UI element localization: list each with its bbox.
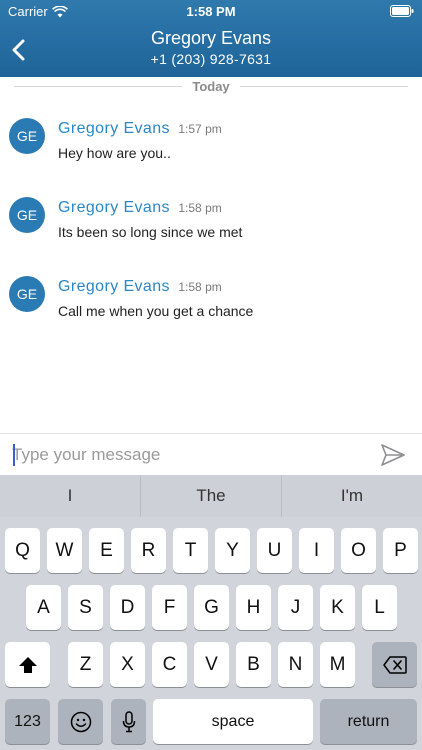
sender-name: Gregory Evans xyxy=(58,278,170,295)
message-text: Hey how are you.. xyxy=(58,145,171,161)
message-item[interactable]: GE Gregory Evans 1:58 pm Its been so lon… xyxy=(0,197,422,257)
key-e[interactable]: E xyxy=(89,528,124,573)
key-o[interactable]: O xyxy=(341,528,376,573)
key-x[interactable]: X xyxy=(110,642,145,687)
date-label: Today xyxy=(192,78,230,94)
backspace-key[interactable] xyxy=(372,642,417,687)
return-key[interactable]: return xyxy=(320,699,417,744)
contact-name: Gregory Evans xyxy=(150,28,272,48)
suggestion-item[interactable]: I xyxy=(0,475,140,517)
suggestion-item[interactable]: The xyxy=(140,475,281,517)
chat-header: Carrier 1:58 PM Gregory Evans +1 (203) 9… xyxy=(0,0,422,77)
key-c[interactable]: C xyxy=(152,642,187,687)
key-g[interactable]: G xyxy=(194,585,229,630)
sender-name: Gregory Evans xyxy=(58,199,170,216)
backspace-icon xyxy=(382,655,407,674)
shift-icon xyxy=(18,656,37,673)
message-time: 1:58 pm xyxy=(178,201,222,215)
message-header: Gregory Evans 1:58 pm xyxy=(58,199,222,217)
message-item[interactable]: GE Gregory Evans 1:57 pm Hey how are you… xyxy=(0,118,422,178)
key-p[interactable]: P xyxy=(383,528,418,573)
microphone-icon xyxy=(122,710,135,732)
send-icon[interactable] xyxy=(380,443,406,467)
key-u[interactable]: U xyxy=(257,528,292,573)
divider-line xyxy=(239,85,409,87)
key-f[interactable]: F xyxy=(152,585,187,630)
microphone-key[interactable] xyxy=(111,699,146,744)
emoji-key[interactable] xyxy=(58,699,103,744)
divider-line xyxy=(14,85,183,87)
emoji-icon xyxy=(70,711,91,732)
message-header: Gregory Evans 1:57 pm xyxy=(58,120,222,138)
sender-name: Gregory Evans xyxy=(58,120,170,137)
shift-key[interactable] xyxy=(5,642,50,687)
message-list: Today GE Gregory Evans 1:57 pm Hey how a… xyxy=(0,77,422,433)
message-text: Call me when you get a chance xyxy=(58,303,254,319)
key-n[interactable]: N xyxy=(278,642,313,687)
message-time: 1:58 pm xyxy=(178,280,222,294)
key-k[interactable]: K xyxy=(320,585,355,630)
message-item[interactable]: GE Gregory Evans 1:58 pm Call me when yo… xyxy=(0,276,422,336)
key-q[interactable]: Q xyxy=(5,528,40,573)
status-bar: Carrier 1:58 PM xyxy=(0,0,422,22)
space-key[interactable]: space xyxy=(153,699,313,744)
key-j[interactable]: J xyxy=(278,585,313,630)
avatar[interactable]: GE xyxy=(9,276,45,312)
key-w[interactable]: W xyxy=(47,528,82,573)
message-input[interactable] xyxy=(12,440,362,470)
key-r[interactable]: R xyxy=(131,528,166,573)
numbers-key[interactable]: 123 xyxy=(5,699,50,744)
key-b[interactable]: B xyxy=(236,642,271,687)
suggestion-item[interactable]: I'm xyxy=(281,475,422,517)
message-text: Its been so long since we met xyxy=(58,224,243,240)
message-composer xyxy=(0,433,422,475)
key-z[interactable]: Z xyxy=(68,642,103,687)
status-time: 1:58 PM xyxy=(186,4,236,19)
key-i[interactable]: I xyxy=(299,528,334,573)
key-y[interactable]: Y xyxy=(215,528,250,573)
key-a[interactable]: A xyxy=(26,585,61,630)
key-v[interactable]: V xyxy=(194,642,229,687)
date-divider: Today xyxy=(14,77,409,95)
avatar[interactable]: GE xyxy=(9,118,45,154)
avatar[interactable]: GE xyxy=(9,197,45,233)
key-h[interactable]: H xyxy=(236,585,271,630)
text-cursor xyxy=(13,444,15,466)
key-t[interactable]: T xyxy=(173,528,208,573)
battery-icon xyxy=(390,5,414,17)
key-s[interactable]: S xyxy=(68,585,103,630)
message-time: 1:57 pm xyxy=(178,122,222,136)
message-header: Gregory Evans 1:58 pm xyxy=(58,278,222,296)
key-l[interactable]: L xyxy=(362,585,397,630)
keyboard: I The I'm Q W E R T Y U I O P A S D F G … xyxy=(0,475,422,750)
key-m[interactable]: M xyxy=(320,642,355,687)
contact-phone: +1 (203) 928-7631 xyxy=(150,51,272,67)
predictive-bar: I The I'm xyxy=(0,475,422,517)
key-d[interactable]: D xyxy=(110,585,145,630)
